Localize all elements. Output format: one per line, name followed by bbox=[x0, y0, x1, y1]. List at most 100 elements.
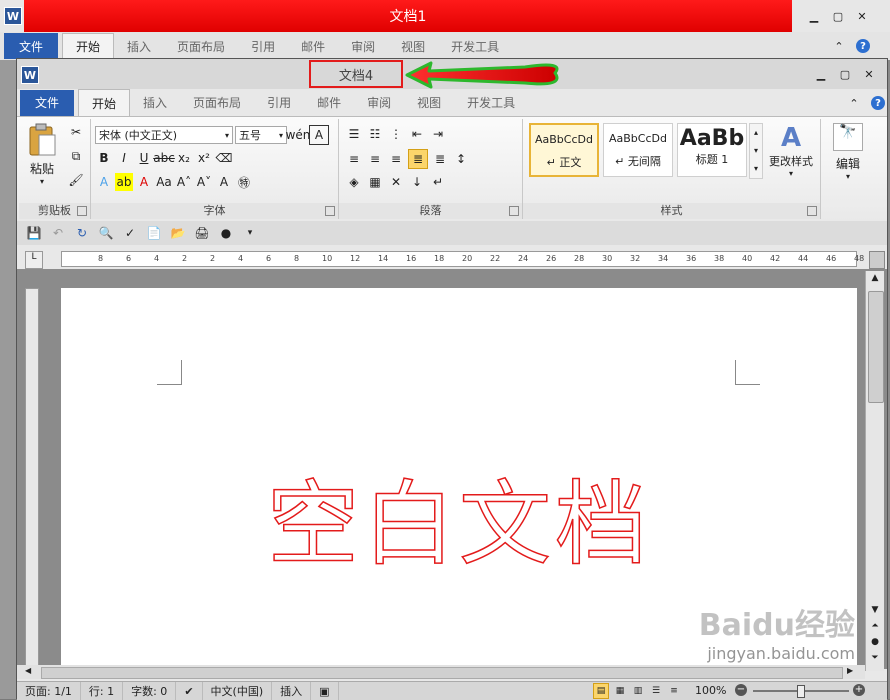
next-page-icon[interactable]: ⏷ bbox=[868, 653, 882, 667]
increase-indent-icon[interactable]: ⇥ bbox=[429, 125, 447, 143]
undo-icon[interactable]: ↶ bbox=[49, 224, 67, 242]
save-icon[interactable]: 💾 bbox=[25, 224, 43, 242]
print-layout-icon[interactable]: ▤ bbox=[593, 683, 609, 699]
back-tab-home[interactable]: 开始 bbox=[62, 32, 115, 60]
document-page[interactable]: 空白文档 Baidu经验 jingyan.baidu.com bbox=[61, 288, 857, 668]
chinese-layout-icon[interactable]: ✕ bbox=[387, 173, 405, 191]
underline-icon[interactable]: U bbox=[135, 149, 153, 167]
style-no-spacing[interactable]: AaBbCcDd ↵ 无间隔 bbox=[603, 123, 673, 177]
clipboard-launcher-icon[interactable] bbox=[77, 206, 87, 216]
full-screen-icon[interactable]: ▦ bbox=[613, 684, 627, 698]
back-tab-insert[interactable]: 插入 bbox=[114, 33, 164, 59]
scroll-up-icon[interactable]: ▲ bbox=[868, 273, 882, 287]
browse-object-icon[interactable]: ● bbox=[868, 637, 882, 651]
view-ruler-icon[interactable] bbox=[869, 251, 885, 269]
superscript-icon[interactable]: x² bbox=[195, 149, 213, 167]
hscroll-thumb[interactable] bbox=[41, 667, 843, 679]
paragraph-launcher-icon[interactable] bbox=[509, 206, 519, 216]
tab-references[interactable]: 引用 bbox=[254, 90, 304, 116]
strikethrough-icon[interactable]: abc bbox=[153, 149, 175, 167]
shrink-font-icon[interactable]: A˅ bbox=[195, 173, 213, 191]
horizontal-ruler[interactable]: 8 6 4 2 2 4 6 8 10 12 14 16 18 20 22 24 26 28 30 32 34 36 38 40… bbox=[61, 251, 864, 267]
clear-format-icon[interactable]: ⌫ bbox=[215, 149, 233, 167]
align-left-icon[interactable]: ≡ bbox=[345, 150, 363, 168]
status-mode[interactable]: 插入 bbox=[272, 682, 312, 700]
font-launcher-icon[interactable] bbox=[325, 206, 335, 216]
enclose-character-icon[interactable]: ㊕ bbox=[235, 173, 253, 191]
numbering-icon[interactable]: ☷ bbox=[366, 125, 384, 143]
show-marks-icon[interactable]: ↵ bbox=[429, 173, 447, 191]
back-tab-developer[interactable]: 开发工具 bbox=[438, 33, 512, 59]
outline-icon[interactable]: ☰ bbox=[649, 684, 663, 698]
close-icon[interactable]: ✕ bbox=[853, 8, 871, 24]
close-icon[interactable]: ✕ bbox=[860, 66, 878, 82]
style-heading-1[interactable]: AaBb 标题 1 bbox=[677, 123, 747, 177]
collapse-ribbon-icon[interactable]: ⌃ bbox=[845, 95, 863, 111]
paste-button[interactable]: 粘贴 ▾ bbox=[25, 123, 59, 186]
tab-selector-icon[interactable]: L bbox=[25, 251, 43, 269]
font-size-select[interactable]: 五号 ▾ bbox=[235, 126, 287, 144]
print-preview-icon[interactable]: 🔍 bbox=[97, 224, 115, 242]
vertical-ruler[interactable] bbox=[25, 288, 39, 668]
help-icon[interactable]: ? bbox=[856, 39, 870, 53]
help-icon[interactable]: ? bbox=[871, 96, 885, 110]
scroll-right-icon[interactable]: ▶ bbox=[847, 666, 859, 678]
zoom-in-icon[interactable]: + bbox=[853, 684, 865, 696]
status-line[interactable]: 行: 1 bbox=[81, 682, 124, 700]
web-layout-icon[interactable]: ▥ bbox=[631, 684, 645, 698]
line-spacing-icon[interactable]: ↕ bbox=[452, 150, 470, 168]
styles-scroll[interactable]: ▴ ▾ ▾ bbox=[749, 123, 763, 179]
customize-qat-icon[interactable]: ▾ bbox=[241, 224, 259, 242]
minimize-icon[interactable]: ▁ bbox=[805, 8, 823, 24]
minimize-icon[interactable]: ▁ bbox=[812, 66, 830, 82]
macro-record-icon[interactable]: ▣ bbox=[311, 682, 339, 700]
tab-home[interactable]: 开始 bbox=[78, 89, 131, 116]
borders-icon[interactable]: ▦ bbox=[366, 173, 384, 191]
bold-icon[interactable]: B bbox=[95, 149, 113, 167]
prev-page-icon[interactable]: ⏶ bbox=[868, 621, 882, 635]
style-normal[interactable]: AaBbCcDd ↵ 正文 bbox=[529, 123, 599, 177]
status-words[interactable]: 字数: 0 bbox=[123, 682, 177, 700]
editing-button[interactable]: 🔭 编辑 ▾ bbox=[829, 123, 867, 181]
subscript-icon[interactable]: x₂ bbox=[175, 149, 193, 167]
back-tab-mailings[interactable]: 邮件 bbox=[288, 33, 338, 59]
zoom-out-icon[interactable]: − bbox=[735, 684, 747, 696]
font-name-select[interactable]: 宋体 (中文正文) ▾ bbox=[95, 126, 233, 144]
back-tab-review[interactable]: 审阅 bbox=[338, 33, 388, 59]
change-styles-button[interactable]: A 更改样式 ▾ bbox=[765, 123, 817, 178]
status-language[interactable]: 中文(中国) bbox=[203, 682, 273, 700]
justify-icon[interactable]: ≣ bbox=[408, 149, 428, 169]
proofing-icon[interactable]: ✔ bbox=[176, 682, 203, 700]
character-shading-icon[interactable]: A bbox=[215, 173, 233, 191]
tab-file[interactable]: 文件 bbox=[20, 89, 75, 116]
draft-icon[interactable]: ≡ bbox=[667, 684, 681, 698]
multilevel-list-icon[interactable]: ⋮ bbox=[387, 125, 405, 143]
maximize-icon[interactable]: ▢ bbox=[829, 8, 847, 24]
tab-review[interactable]: 审阅 bbox=[354, 90, 404, 116]
tab-layout[interactable]: 页面布局 bbox=[180, 90, 254, 116]
grow-font-icon[interactable]: A˄ bbox=[175, 173, 193, 191]
record-icon[interactable]: ● bbox=[217, 224, 235, 242]
highlight-icon[interactable]: ab bbox=[115, 173, 133, 191]
text-effect-icon[interactable]: A bbox=[95, 173, 113, 191]
quick-print-icon[interactable]: 🖨 bbox=[193, 224, 211, 242]
maximize-icon[interactable]: ▢ bbox=[836, 66, 854, 82]
character-border-icon[interactable]: A bbox=[309, 125, 329, 145]
format-painter-icon[interactable]: 🖌 bbox=[67, 171, 85, 189]
back-tab-view[interactable]: 视图 bbox=[388, 33, 438, 59]
copy-icon[interactable]: ⧉ bbox=[67, 147, 85, 165]
italic-icon[interactable]: I bbox=[115, 149, 133, 167]
back-tab-file[interactable]: 文件 bbox=[4, 33, 59, 59]
status-page[interactable]: 页面: 1/1 bbox=[17, 682, 81, 700]
cut-icon[interactable]: ✂ bbox=[67, 123, 85, 141]
scroll-left-icon[interactable]: ◀ bbox=[25, 666, 37, 678]
tab-mailings[interactable]: 邮件 bbox=[304, 90, 354, 116]
back-tab-layout[interactable]: 页面布局 bbox=[164, 33, 238, 59]
tab-developer[interactable]: 开发工具 bbox=[454, 90, 528, 116]
bullets-icon[interactable]: ☰ bbox=[345, 125, 363, 143]
styles-launcher-icon[interactable] bbox=[807, 206, 817, 216]
scroll-thumb[interactable] bbox=[868, 291, 884, 403]
sort-icon[interactable]: ↓ bbox=[408, 173, 426, 191]
back-tab-references[interactable]: 引用 bbox=[238, 33, 288, 59]
font-color-icon[interactable]: A bbox=[135, 173, 153, 191]
